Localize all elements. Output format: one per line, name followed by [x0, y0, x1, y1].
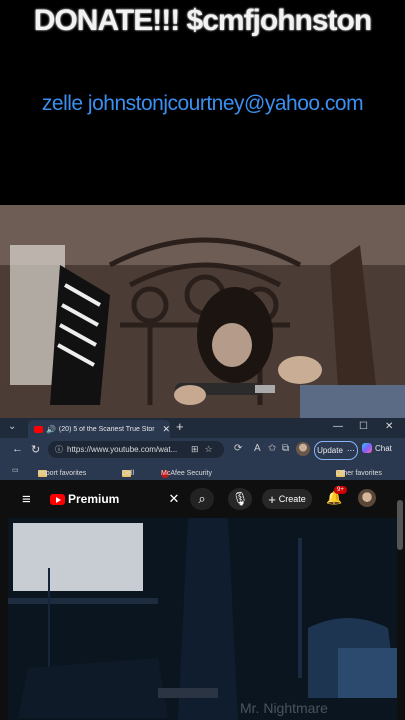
tab-youtube[interactable]: 🔊 (20) 5 of the Scariest True Stor ✕ [28, 420, 170, 438]
maximize-button[interactable]: ☐ [359, 421, 368, 432]
favorites-icon[interactable]: ✩ [268, 443, 276, 454]
youtube-logo[interactable]: Premium [50, 492, 119, 506]
create-label: Create [278, 494, 306, 504]
scrollbar-thumb[interactable] [397, 500, 403, 550]
notification-badge: 9+ [334, 486, 347, 494]
chat-label: Chat [375, 443, 392, 453]
address-bar-row: ← ↻ ⓘ https://www.youtube.com/wat... ⊞ ☆… [0, 438, 405, 462]
collections-icon[interactable]: ⧉ [282, 443, 289, 454]
split-screen-icon[interactable]: ⊞ [191, 444, 199, 455]
youtube-header: ≡ Premium ✕ ⌕ 🎙 + Create 🔔 9+ [0, 480, 405, 518]
window-close-button[interactable]: ✕ [385, 421, 393, 432]
speaker-icon[interactable]: 🔊 [46, 425, 56, 434]
channel-watermark: Mr. Nightmare [240, 700, 328, 716]
clear-search-icon[interactable]: ✕ [163, 488, 185, 510]
youtube-favicon-icon [34, 425, 43, 433]
plus-icon: + [268, 491, 276, 507]
favorites-bar: ▭ Import favorites Dell McAfee Security … [0, 462, 405, 480]
webcam-scene [0, 205, 405, 420]
url-field[interactable]: ⓘ https://www.youtube.com/wat... ⊞ ☆ [48, 441, 224, 458]
video-player[interactable]: Mr. Nightmare [8, 518, 397, 720]
update-label: Update [317, 446, 343, 455]
update-button[interactable]: Update ⋯ [314, 441, 358, 460]
copilot-chat-button[interactable]: Chat [362, 443, 392, 453]
refresh-extension-icon[interactable]: ⟳ [234, 443, 242, 454]
tab-title: (20) 5 of the Scariest True Stor [58, 425, 155, 433]
donate-banner: DONATE!!! $cmfjohnston [33, 4, 372, 37]
favorite-star-icon[interactable]: ☆ [205, 444, 213, 455]
youtube-play-icon [50, 493, 65, 505]
microphone-icon[interactable]: 🎙 [228, 488, 252, 510]
tab-actions-chevron-icon[interactable]: ⌄ [8, 421, 16, 432]
logo-label: Premium [68, 492, 120, 506]
back-button[interactable]: ← [12, 443, 23, 455]
refresh-button[interactable]: ↻ [31, 443, 40, 456]
menu-icon[interactable]: ≡ [22, 491, 31, 508]
url-text: https://www.youtube.com/wat... [67, 445, 178, 454]
copilot-icon [362, 443, 372, 453]
profile-avatar[interactable] [296, 442, 310, 456]
favorites-bar-icon: ▭ [12, 467, 19, 474]
account-avatar[interactable] [358, 489, 376, 507]
read-aloud-icon[interactable]: A [254, 443, 261, 454]
search-icon[interactable]: ⌕ [190, 488, 214, 510]
webcam-video [0, 205, 405, 420]
video-frame [8, 518, 397, 720]
create-button[interactable]: + Create [262, 489, 312, 509]
more-icon: ⋯ [346, 446, 355, 455]
new-tab-button[interactable]: + [176, 419, 184, 434]
youtube-page: ≡ Premium ✕ ⌕ 🎙 + Create 🔔 9+ Mr. Nightm… [0, 480, 405, 720]
info-icon[interactable]: ⓘ [55, 444, 63, 455]
zelle-text: zelle johnstonjcourtney@yahoo.com [41, 92, 364, 115]
minimize-button[interactable]: — [333, 421, 343, 432]
browser-window: ⌄ 🔊 (20) 5 of the Scariest True Stor ✕ +… [0, 418, 405, 720]
tab-close-icon[interactable]: ✕ [162, 424, 170, 435]
tab-bar: ⌄ 🔊 (20) 5 of the Scariest True Stor ✕ +… [0, 418, 405, 438]
